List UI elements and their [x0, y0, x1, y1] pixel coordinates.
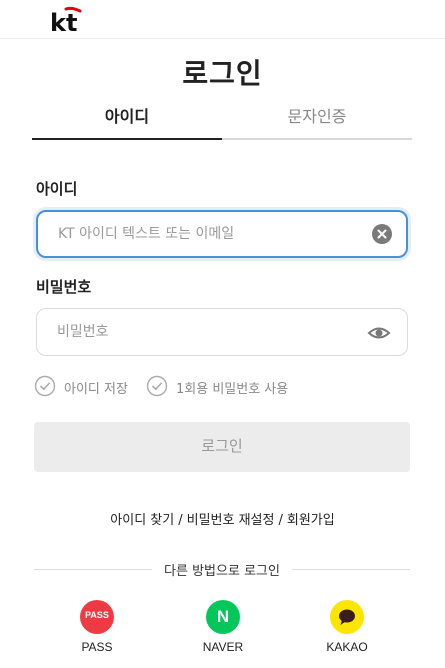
password-field [36, 308, 408, 356]
find-id-link[interactable]: 아이디 찾기 [110, 513, 174, 528]
kakao-icon [330, 600, 364, 634]
login-button[interactable]: 로그인 [34, 422, 410, 472]
pass-login-button[interactable]: PASS PASS [57, 600, 137, 654]
otp-label: 1회용 비밀번호 사용 [176, 382, 289, 397]
speech-bubble-icon [339, 609, 355, 625]
clear-icon[interactable] [372, 224, 392, 244]
naver-login-button[interactable]: N NAVER [183, 600, 263, 654]
tab-sms-auth[interactable]: 문자인증 [222, 98, 412, 140]
id-label: 아이디 [36, 180, 78, 198]
naver-label: NAVER [202, 640, 244, 654]
sign-up-link[interactable]: 회원가입 [287, 513, 335, 528]
pass-label: PASS [81, 640, 113, 654]
link-separator: / [278, 513, 283, 528]
id-field [36, 210, 408, 258]
kakao-label: KAKAO [326, 640, 368, 654]
header: kt [0, 0, 445, 39]
password-label: 비밀번호 [36, 278, 92, 296]
link-separator: / [178, 513, 183, 528]
pass-icon-text: PASS [85, 610, 109, 620]
pass-icon: PASS [80, 600, 114, 634]
alt-login-heading: 다른 방법으로 로그인 [152, 560, 292, 579]
password-input[interactable] [57, 309, 357, 355]
login-tabs: 아이디 문자인증 [32, 98, 412, 140]
eye-icon[interactable] [367, 321, 391, 345]
tab-id[interactable]: 아이디 [32, 98, 222, 140]
logo-text: kt [50, 9, 77, 34]
check-circle-icon [34, 375, 56, 397]
page-title: 로그인 [182, 57, 263, 90]
save-id-label: 아이디 저장 [64, 382, 128, 397]
kt-logo[interactable]: kt [50, 6, 84, 34]
reset-password-link[interactable]: 비밀번호 재설정 [187, 513, 275, 528]
check-circle-icon [146, 375, 168, 397]
kakao-login-button[interactable]: KAKAO [307, 600, 387, 654]
naver-icon-text: N [216, 607, 230, 626]
naver-icon: N [206, 600, 240, 634]
id-input[interactable] [58, 212, 358, 256]
account-links: 아이디 찾기 / 비밀번호 재설정 / 회원가입 [0, 509, 445, 528]
